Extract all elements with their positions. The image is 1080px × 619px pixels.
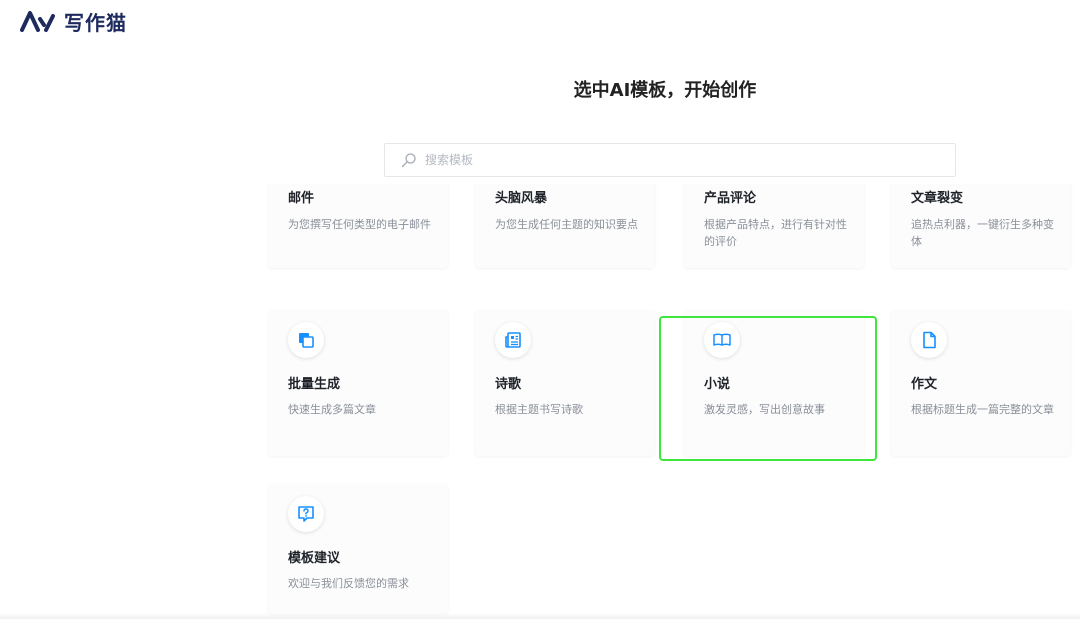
template-card-brainstorm[interactable]: 头脑风暴 为您生成任何主题的知识要点 bbox=[475, 184, 655, 268]
card-title: 作文 bbox=[911, 377, 938, 392]
card-desc: 为您生成任何主题的知识要点 bbox=[495, 218, 638, 231]
brand-name: 写作猫 bbox=[64, 10, 127, 35]
page-title-wrap: 选中AI模板，开始创作 bbox=[0, 76, 1080, 102]
card-desc: 根据标题生成一篇完整的文章 bbox=[911, 403, 1054, 416]
template-card-batch-generate[interactable]: 批量生成 快速生成多篇文章 bbox=[268, 310, 448, 456]
card-title: 文章裂变 bbox=[911, 191, 964, 206]
card-desc: 根据主题书写诗歌 bbox=[495, 403, 583, 416]
card-desc: 根据产品特点，进行有针对性的评价 bbox=[704, 218, 847, 248]
template-card-poetry[interactable]: 诗歌 根据主题书写诗歌 bbox=[475, 310, 655, 456]
search-icon bbox=[401, 153, 416, 168]
card-icon-wrap bbox=[288, 322, 324, 358]
card-desc: 追热点利器，一键衍生多种变体 bbox=[911, 218, 1054, 248]
template-card-suggestion[interactable]: 模板建议 欢迎与我们反馈您的需求 bbox=[268, 484, 448, 614]
template-card-email[interactable]: 邮件 为您撰写任何类型的电子邮件 bbox=[268, 184, 448, 268]
card-desc: 为您撰写任何类型的电子邮件 bbox=[288, 218, 431, 231]
bottom-shadow bbox=[0, 613, 1080, 619]
template-card-product-review[interactable]: 产品评论 根据产品特点，进行有针对性的评价 bbox=[684, 184, 864, 268]
page-title: 选中AI模板，开始创作 bbox=[573, 80, 757, 101]
template-card-novel[interactable]: 小说 激发灵感，写出创意故事 bbox=[684, 310, 864, 456]
card-desc: 快速生成多篇文章 bbox=[288, 403, 376, 416]
card-title: 模板建议 bbox=[288, 551, 341, 566]
card-icon-wrap bbox=[495, 322, 531, 358]
newspaper-icon bbox=[505, 332, 521, 348]
card-desc: 激发灵感，写出创意故事 bbox=[704, 403, 825, 416]
document-icon bbox=[923, 331, 936, 349]
card-title: 头脑风暴 bbox=[495, 191, 548, 206]
card-icon-wrap bbox=[704, 322, 740, 358]
card-title: 批量生成 bbox=[288, 377, 341, 392]
card-icon-wrap bbox=[288, 496, 324, 532]
copy-icon bbox=[299, 333, 314, 348]
logo-icon bbox=[20, 11, 55, 32]
search-box[interactable] bbox=[384, 143, 956, 177]
card-icon-wrap bbox=[911, 322, 947, 358]
feedback-question-icon bbox=[298, 506, 314, 522]
template-card-essay[interactable]: 作文 根据标题生成一篇完整的文章 bbox=[891, 310, 1071, 456]
book-icon bbox=[713, 333, 731, 346]
logo[interactable]: 写作猫 bbox=[20, 8, 127, 35]
card-title: 产品评论 bbox=[704, 191, 757, 206]
card-title: 邮件 bbox=[288, 191, 315, 206]
card-title: 诗歌 bbox=[495, 377, 522, 392]
search-input[interactable] bbox=[425, 145, 955, 175]
card-title: 小说 bbox=[704, 377, 731, 392]
template-card-article-fission[interactable]: 文章裂变 追热点利器，一键衍生多种变体 bbox=[891, 184, 1071, 268]
app-root: 写作猫 选中AI模板，开始创作 邮件 为您撰写任何类型的电子邮件 头脑风暴 为您… bbox=[0, 0, 1080, 619]
template-grid: 邮件 为您撰写任何类型的电子邮件 头脑风暴 为您生成任何主题的知识要点 产品评论… bbox=[266, 184, 1080, 619]
card-desc: 欢迎与我们反馈您的需求 bbox=[288, 577, 409, 590]
